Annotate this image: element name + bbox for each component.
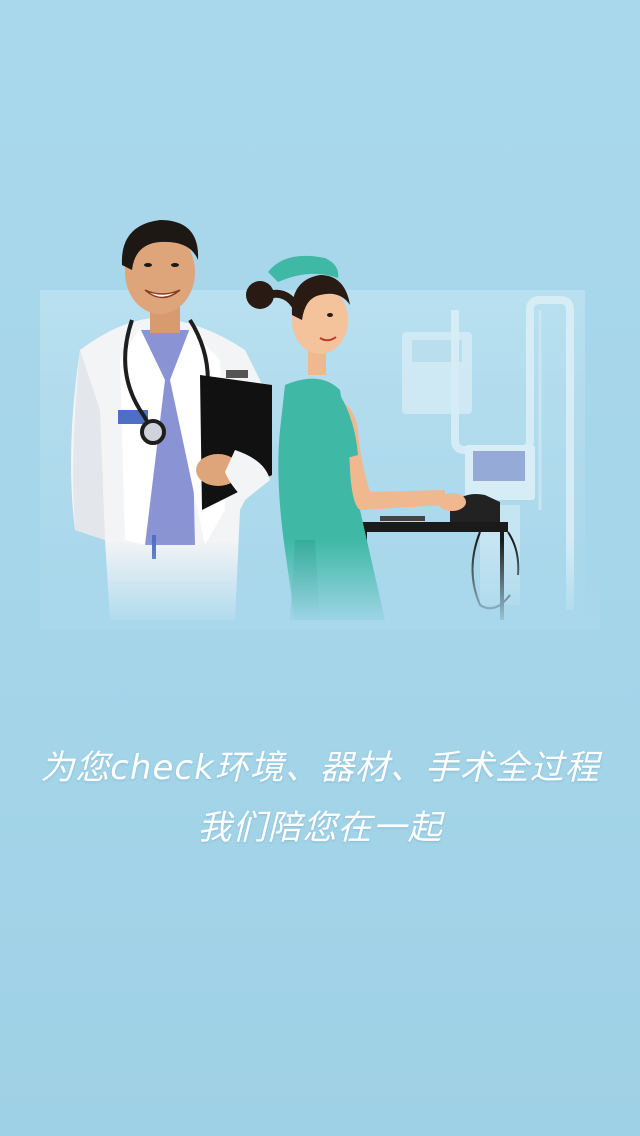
illustration-svg <box>40 220 600 630</box>
tagline-line-2: 我们陪您在一起 <box>197 808 443 848</box>
doctor-and-nurse-illustration <box>40 210 600 630</box>
fade-overlay <box>40 540 600 630</box>
tagline-line-1: 为您check环境、器材、手术全过程 <box>40 748 600 788</box>
splash-screen: 为您check环境、器材、手术全过程 我们陪您在一起 <box>0 0 640 1136</box>
